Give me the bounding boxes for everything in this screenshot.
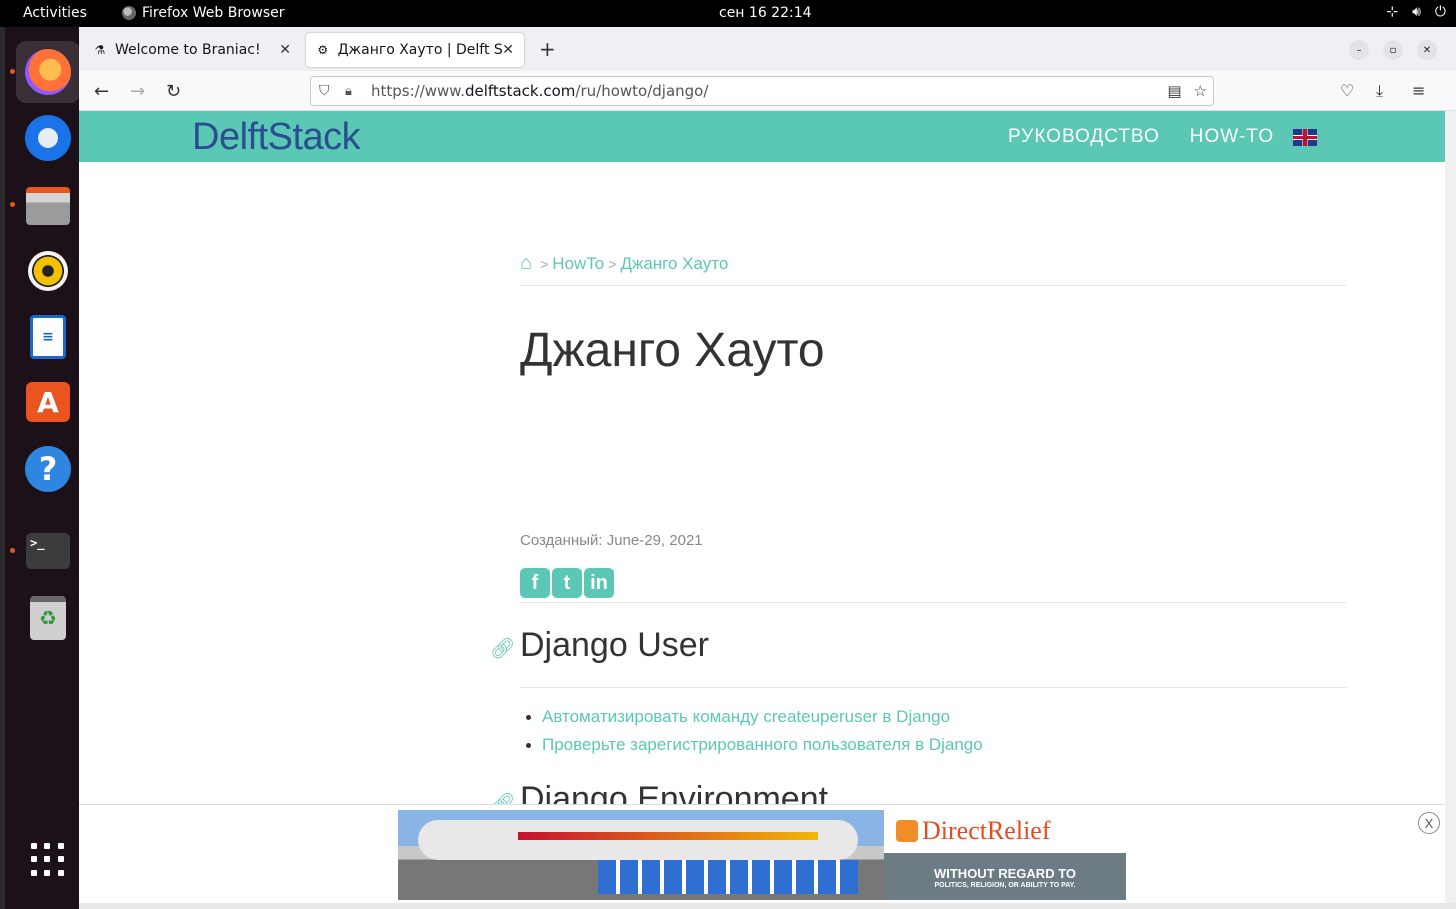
- close-icon[interactable]: ✕: [279, 42, 291, 58]
- tab-braniac[interactable]: ⚗ Welcome to Braniac! ✕: [83, 33, 301, 67]
- ad-close-button[interactable]: X: [1418, 812, 1440, 834]
- list-item-link[interactable]: Автоматизировать команду createuperuser …: [526, 707, 983, 727]
- running-indicator: [10, 548, 15, 553]
- dock-rhythmbox[interactable]: [16, 240, 80, 302]
- anchor-link-icon[interactable]: 🔗︎: [490, 636, 515, 660]
- nav-tutorial[interactable]: РУКОВОДСТВО: [1008, 126, 1160, 148]
- lock-icon[interactable]: 🔒︎: [345, 84, 361, 99]
- dock-software[interactable]: A: [16, 371, 80, 433]
- trash-icon: ♻: [30, 596, 66, 640]
- pocket-icon[interactable]: ♡: [1340, 81, 1354, 100]
- home-icon[interactable]: ⌂: [520, 252, 532, 275]
- tab-title: Джанго Хауто | Delft Sta: [337, 42, 503, 58]
- activities-button[interactable]: Activities: [23, 5, 87, 21]
- app-menu[interactable]: Firefox Web Browser: [122, 5, 285, 21]
- reader-view-icon[interactable]: ▤: [1167, 82, 1181, 100]
- list-item-link[interactable]: Проверьте зарегистрированного пользовате…: [526, 735, 983, 755]
- url-bar[interactable]: ⛉ 🔒︎ https://www.delftstack.com/ru/howto…: [310, 76, 1214, 106]
- web-page: DelftStack РУКОВОДСТВО HOW-TO ⌂ > HowTo …: [79, 111, 1445, 903]
- twitter-icon[interactable]: t: [552, 568, 582, 598]
- bottom-strip: [79, 903, 1456, 909]
- section-link-list: Автоматизировать команду createuperuser …: [526, 707, 983, 763]
- shield-icon[interactable]: ⛉: [319, 83, 335, 99]
- tab-bar: ⚗ Welcome to Braniac! ✕ ⚙ Джанго Хауто |…: [79, 27, 1456, 71]
- site-header: DelftStack РУКОВОДСТВО HOW-TO: [79, 111, 1445, 162]
- ad-subline: POLITICS, RELIGION, OR ABILITY TO PAY.: [934, 882, 1076, 889]
- clock[interactable]: сен 16 22:14: [719, 5, 812, 21]
- writer-icon: ≡: [30, 315, 66, 359]
- created-date: Созданный: June-29, 2021: [520, 532, 703, 549]
- url-text[interactable]: https://www.delftstack.com/ru/howto/djan…: [371, 82, 708, 100]
- ad-creative[interactable]: DirectRelief WITHOUT REGARD TO POLITICS,…: [398, 810, 1126, 900]
- breadcrumb-howto[interactable]: HowTo: [552, 254, 604, 274]
- tab-title: Welcome to Braniac!: [115, 42, 261, 58]
- site-logo[interactable]: DelftStack: [192, 116, 361, 159]
- ad-tagline: WITHOUT REGARD TO: [933, 866, 1077, 881]
- help-icon: ?: [25, 446, 71, 492]
- ad-side-panel: DirectRelief WITHOUT REGARD TO POLITICS,…: [884, 810, 1126, 900]
- downloads-icon[interactable]: ⤓: [1376, 81, 1383, 101]
- maximize-button[interactable]: ▫: [1383, 40, 1403, 60]
- dock-show-apps[interactable]: [16, 829, 80, 891]
- menu-icon[interactable]: ≡: [1412, 81, 1425, 100]
- gnome-top-bar: Activities Firefox Web Browser сен 16 22…: [0, 0, 1456, 27]
- network-icon: ⊹: [1386, 4, 1399, 20]
- files-icon: [26, 187, 70, 225]
- volume-icon: 🔊︎: [1412, 4, 1421, 20]
- new-tab-button[interactable]: +: [539, 37, 556, 61]
- window-close-button[interactable]: ✕: [1417, 40, 1437, 60]
- reload-button[interactable]: ↻: [166, 81, 181, 102]
- rhythmbox-icon: [28, 251, 68, 291]
- page-title: Джанго Хауто: [520, 324, 825, 377]
- divider: [520, 285, 1347, 286]
- nav-bar: ← → ↻ ⛉ 🔒︎ https://www.delftstack.com/ru…: [79, 71, 1456, 111]
- share-buttons: f t in: [520, 568, 614, 598]
- flask-icon: ⚗: [94, 43, 106, 57]
- dock: ≡ A ? >_ ♻: [0, 27, 80, 909]
- bookmark-star-icon[interactable]: ☆: [1194, 82, 1207, 100]
- section-title-django-user: Django User: [520, 626, 709, 664]
- linkedin-icon[interactable]: in: [584, 568, 614, 598]
- forward-button[interactable]: →: [130, 81, 145, 102]
- dock-firefox[interactable]: [16, 41, 80, 103]
- minimize-button[interactable]: –: [1349, 40, 1369, 60]
- direct-relief-logo-icon: [896, 820, 918, 842]
- breadcrumb-current[interactable]: Джанго Хауто: [620, 254, 728, 274]
- dock-terminal[interactable]: >_: [16, 520, 80, 582]
- thunderbird-icon: [25, 115, 71, 161]
- dock-thunderbird[interactable]: [16, 107, 80, 169]
- power-icon: ⏻: [1434, 4, 1446, 20]
- back-button[interactable]: ←: [94, 81, 109, 102]
- nav-howto[interactable]: HOW-TO: [1190, 126, 1274, 148]
- ad-banner: DirectRelief WITHOUT REGARD TO POLITICS,…: [79, 804, 1445, 903]
- ad-brand: DirectRelief: [922, 816, 1051, 845]
- app-grid-icon: [31, 843, 65, 877]
- gear-icon: ⚙: [317, 43, 329, 57]
- divider: [520, 687, 1347, 688]
- ad-photo: [398, 810, 884, 900]
- running-indicator: [10, 202, 15, 207]
- breadcrumb: ⌂ > HowTo > Джанго Хауто: [520, 252, 729, 275]
- tab-delftstack[interactable]: ⚙ Джанго Хауто | Delft Sta ✕: [306, 33, 524, 67]
- site-nav: РУКОВОДСТВО HOW-TO: [1008, 126, 1274, 148]
- dock-help[interactable]: ?: [16, 438, 80, 500]
- app-menu-label: Firefox Web Browser: [142, 5, 285, 21]
- software-store-icon: A: [26, 382, 70, 422]
- terminal-icon: >_: [26, 533, 70, 569]
- dock-writer[interactable]: ≡: [16, 306, 80, 368]
- running-indicator: [10, 69, 15, 74]
- facebook-icon[interactable]: f: [520, 568, 550, 598]
- system-tray[interactable]: ⊹ 🔊︎ ⏻: [1386, 4, 1446, 20]
- close-icon[interactable]: ✕: [502, 42, 514, 58]
- dock-trash[interactable]: ♻: [16, 587, 80, 649]
- page-scrollbar[interactable]: [1445, 111, 1456, 903]
- dock-files[interactable]: [16, 175, 80, 237]
- divider: [520, 602, 1347, 603]
- firefox-mini-icon: [122, 6, 136, 20]
- firefox-icon: [25, 49, 71, 95]
- uk-flag-icon[interactable]: [1293, 129, 1317, 146]
